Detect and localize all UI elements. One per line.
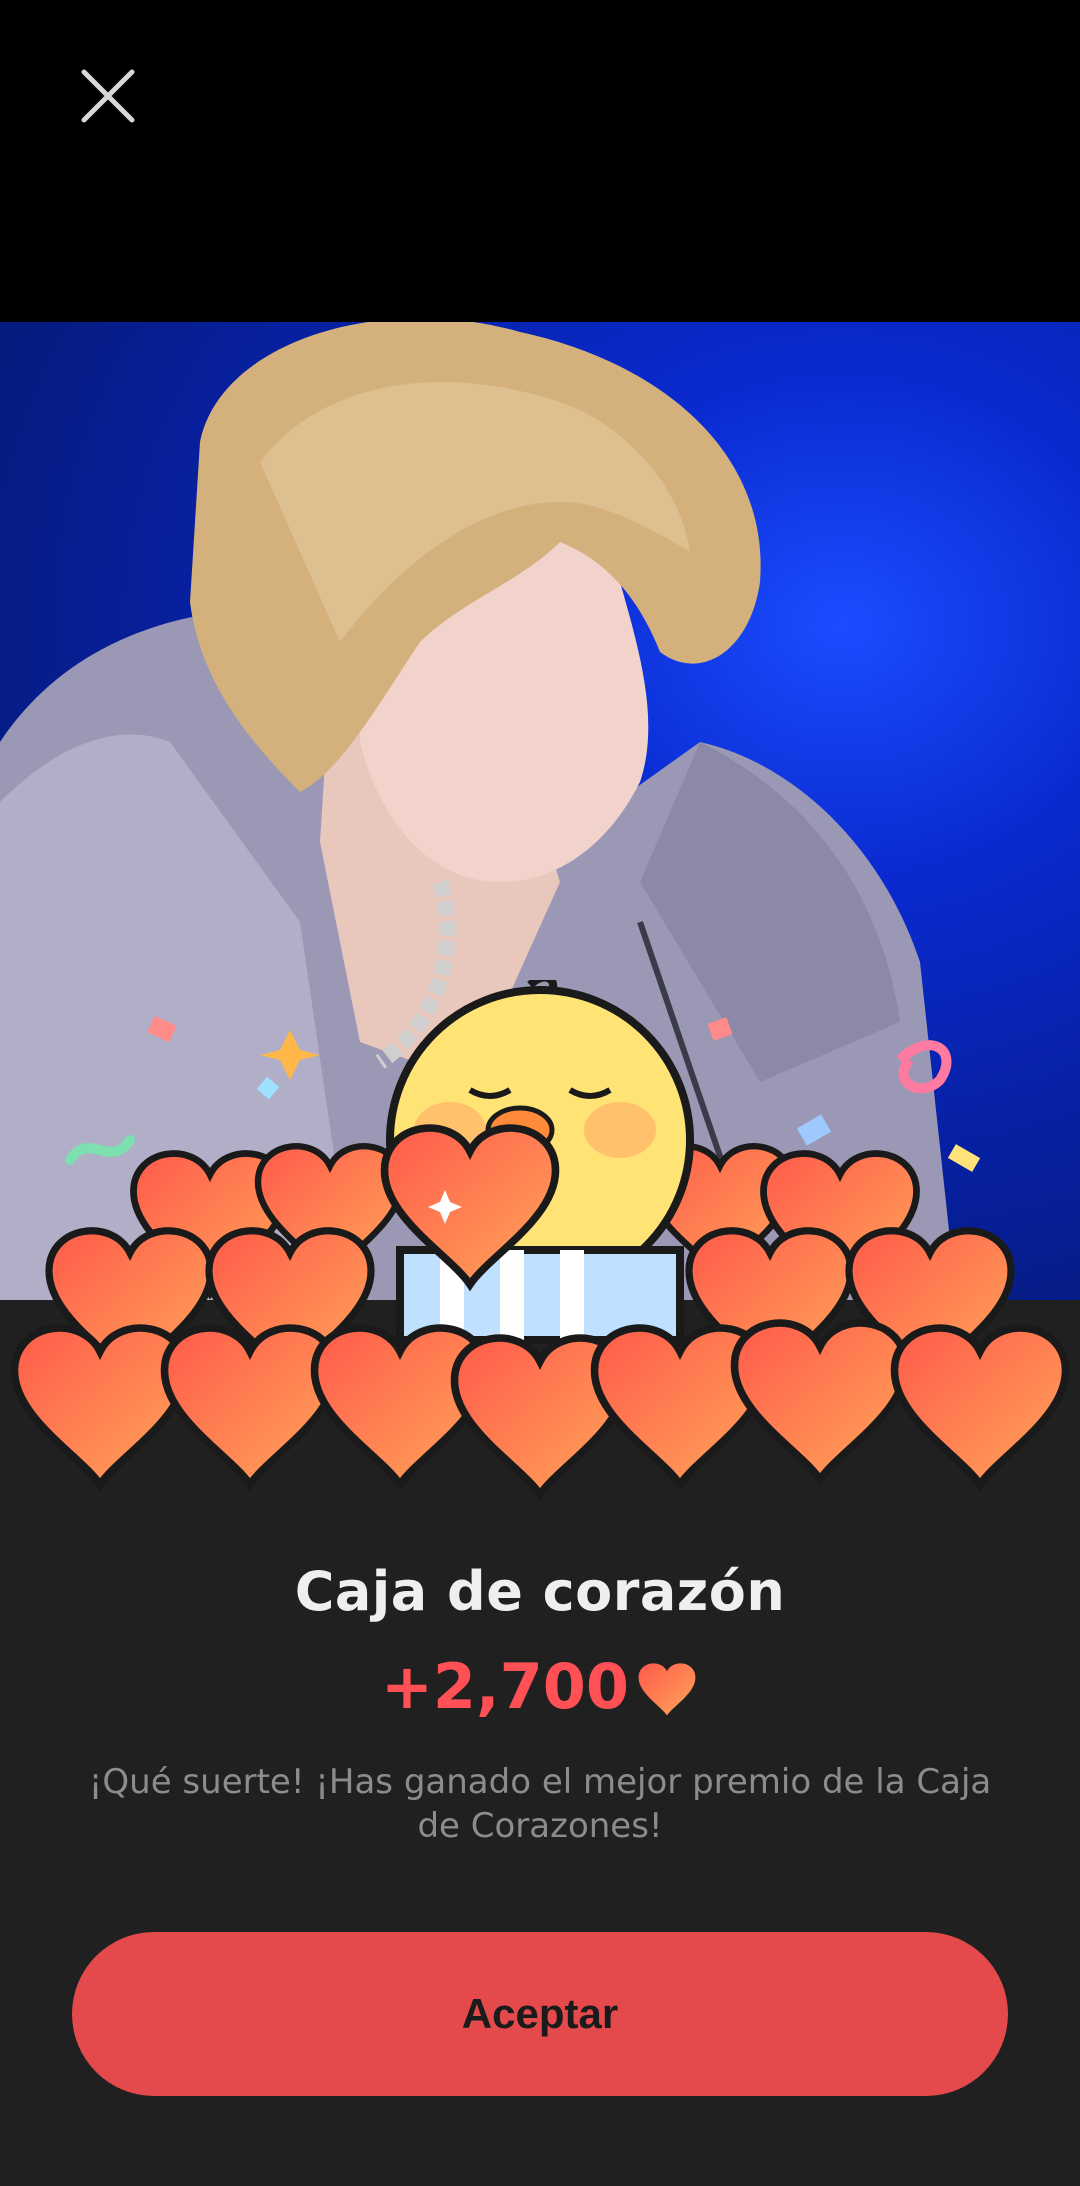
mascot-hearts-illustration	[0, 980, 1080, 1500]
reward-amount-row: +2,700	[0, 1650, 1080, 1723]
close-button[interactable]	[72, 60, 144, 132]
reward-message: ¡Qué suerte! ¡Has ganado el mejor premio…	[88, 1762, 992, 1846]
heart-icon	[638, 1662, 696, 1715]
dialog-title: Caja de corazón	[294, 1560, 786, 1623]
accept-button[interactable]: Aceptar	[72, 1932, 1008, 2096]
reward-amount: +2,700	[380, 1650, 630, 1723]
chick-mascot	[385, 980, 694, 1344]
top-bar	[0, 0, 1080, 322]
accept-button-label: Aceptar	[461, 1990, 619, 2037]
close-icon	[81, 69, 135, 123]
